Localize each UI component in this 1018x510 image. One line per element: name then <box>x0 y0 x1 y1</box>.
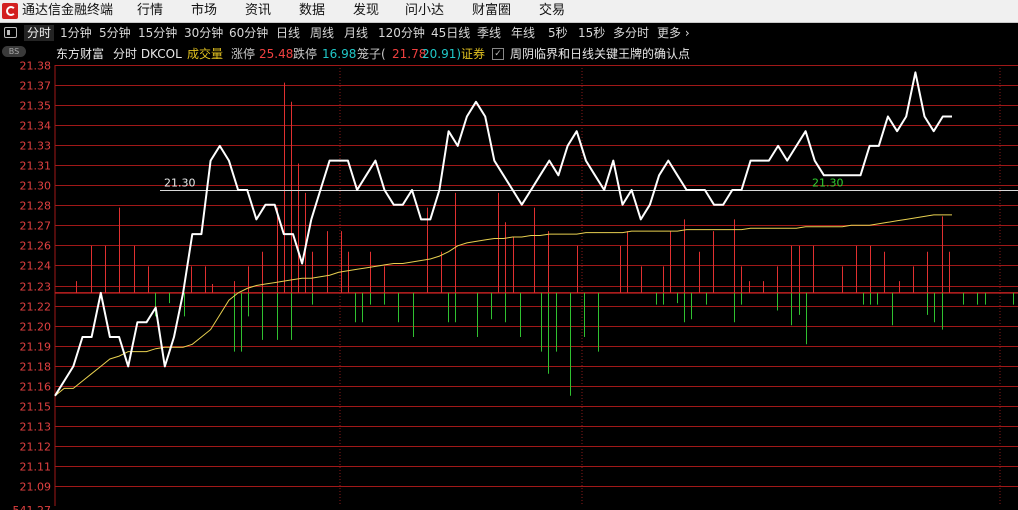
y-tick-label: 21.37 <box>20 80 52 93</box>
y-axis-labels: 21.38 21.37 21.35 21.34 21.33 21.31 21.30 21.28… <box>13 60 52 510</box>
reference-label-left: 21.30 <box>164 177 196 190</box>
intraday-chart: 21.38 21.37 21.35 21.34 21.33 21.31 21.30 21.28… <box>13 60 1018 510</box>
y-tick-label: 21.31 <box>20 160 52 173</box>
price-grid <box>54 65 1018 506</box>
y-tick-label: 21.38 <box>20 60 52 73</box>
average-price-line <box>54 214 952 397</box>
y-tick-label: 21.16 <box>20 381 52 394</box>
y-tick-label: 21.18 <box>20 361 52 374</box>
y-tick-label: 21.24 <box>20 260 52 273</box>
y-tick-label: 21.26 <box>20 240 52 253</box>
y-tick-label: 21.28 <box>20 200 52 213</box>
y-tick-label: 21.23 <box>20 281 52 294</box>
y-tick-label: 21.12 <box>20 441 52 454</box>
y-tick-label: 21.22 <box>20 301 52 314</box>
y-tick-label: 21.35 <box>20 100 52 113</box>
y-tick-label: 21.27 <box>20 220 52 233</box>
reference-label-right: 21.30 <box>812 177 844 190</box>
y-tick-label: 21.09 <box>20 481 52 494</box>
y-tick-label: 21.20 <box>20 321 52 334</box>
y-tick-label: 21.15 <box>20 401 52 414</box>
y-tick-label: 21.13 <box>20 421 52 434</box>
reference-line-group: 21.30 21.30 <box>160 177 1018 191</box>
y-tick-label: 21.11 <box>20 461 52 474</box>
y-tick-label: 21.33 <box>20 140 52 153</box>
bottom-partial-label: 541.27 <box>13 504 52 510</box>
y-tick-label: 21.34 <box>20 120 52 133</box>
price-line <box>54 71 952 397</box>
volume-bars <box>76 82 1014 396</box>
y-tick-label: 21.19 <box>20 341 52 354</box>
y-tick-label: 21.30 <box>20 180 52 193</box>
